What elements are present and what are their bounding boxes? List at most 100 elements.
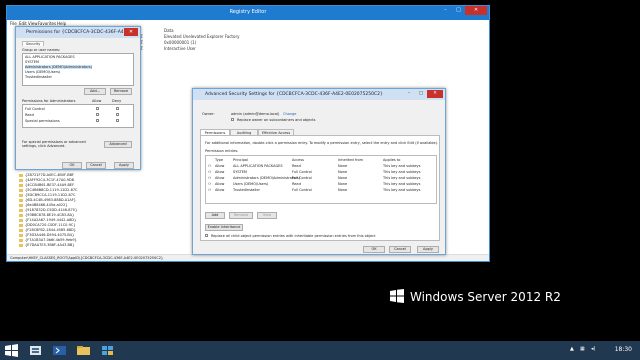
file-explorer-icon[interactable]: [76, 344, 91, 357]
close-button[interactable]: ✕: [465, 6, 487, 15]
col-inherited[interactable]: Inherited from: [338, 158, 363, 162]
ok-button[interactable]: OK: [62, 162, 82, 169]
perm-read: Read: [25, 113, 34, 117]
enable-inheritance-button[interactable]: Enable inheritance: [205, 224, 243, 231]
minimize-button[interactable]: –: [439, 6, 452, 15]
cancel-button[interactable]: Cancel: [389, 246, 411, 253]
advanced-titlebar[interactable]: Advanced Security Settings for {CDCBCFCA…: [193, 89, 445, 100]
tray-arrow-icon[interactable]: ▲: [570, 346, 574, 352]
remove-entry-button[interactable]: Remove: [229, 212, 253, 219]
allow-checkbox[interactable]: [96, 113, 99, 116]
server-manager-icon[interactable]: [28, 344, 43, 357]
clock[interactable]: 18:30: [615, 346, 632, 353]
powershell-icon[interactable]: [52, 344, 67, 357]
advanced-title: Advanced Security Settings for {CDCBCFCA…: [205, 92, 383, 97]
start-button-icon[interactable]: [4, 344, 19, 357]
permissions-tab-panel: For additional information, double-click…: [200, 135, 440, 241]
deny-checkbox[interactable]: [116, 119, 119, 122]
principal-icon: ⚇: [208, 176, 212, 180]
groups-list[interactable]: ALL APPLICATION PACKAGES SYSTEM Administ…: [22, 53, 134, 86]
tab-security[interactable]: Security: [22, 41, 45, 46]
close-button[interactable]: ✕: [427, 90, 443, 98]
folder-icon: [19, 178, 23, 182]
permissions-titlebar[interactable]: Permissions for {CDCBCFCA-3CDC-436F-A4E2…: [16, 27, 140, 38]
windows-logo-icon: [390, 289, 404, 303]
add-button[interactable]: Add...: [84, 88, 106, 95]
entries-label: Permission entries:: [205, 149, 239, 153]
permissions-for-label: Permissions for Administrators: [22, 99, 76, 103]
value-data: 0x00000001 (1): [164, 40, 197, 45]
folder-icon: [19, 218, 23, 222]
deny-checkbox[interactable]: [116, 107, 119, 110]
replace-owner-label: Replace owner on subcontainers and objec…: [237, 118, 316, 122]
regedit-title: Registry Editor: [229, 9, 267, 15]
folder-icon: [19, 233, 23, 237]
apply-button[interactable]: Apply: [114, 162, 134, 169]
value-data: Elevated Unelevated Explorer Factory: [164, 34, 240, 39]
maximize-button[interactable]: □: [452, 6, 465, 15]
col-principal[interactable]: Principal: [233, 158, 248, 162]
branding-text: Windows Server 2012 R2: [410, 290, 561, 304]
view-entry-button[interactable]: View: [257, 212, 277, 219]
folder-icon: [19, 228, 23, 232]
deny-header: Deny: [112, 99, 122, 103]
list-item[interactable]: SYSTEM: [25, 60, 39, 64]
replace-child-label: Replace all child object permission entr…: [211, 234, 376, 238]
list-item[interactable]: Users (DEMO\Users): [25, 70, 60, 74]
owner-label: Owner:: [202, 112, 215, 116]
tree-key[interactable]: {E7DAA7E5-3B8F-4A43-BB}: [19, 243, 89, 248]
registry-editor-taskbar-icon[interactable]: [100, 344, 115, 357]
perm-special: Special permissions: [25, 119, 60, 123]
table-row[interactable]: ⚇ Allow TrustedInstaller Full Control No…: [206, 188, 436, 194]
volume-icon[interactable]: ◂): [591, 346, 595, 352]
remove-button[interactable]: Remove: [110, 88, 132, 95]
col-access[interactable]: Access: [292, 158, 304, 162]
network-icon[interactable]: ▦: [580, 346, 585, 352]
deny-checkbox[interactable]: [116, 113, 119, 116]
permissions-dialog[interactable]: Permissions for {CDCBCFCA-3CDC-436F-A4E2…: [15, 26, 141, 170]
regedit-titlebar[interactable]: Registry Editor – □ ✕: [7, 6, 489, 20]
replace-owner-checkbox[interactable]: [231, 118, 234, 121]
value-data: Interactive User: [164, 46, 196, 51]
permissions-list: Full Control Read Special permissions: [22, 104, 134, 128]
groups-label: Group or user names:: [22, 48, 61, 52]
list-item-selected[interactable]: Administrators (DEMO\Administrators): [25, 65, 93, 69]
permissions-title: Permissions for {CDCBCFCA-3CDC-436F-A4E2…: [26, 30, 136, 35]
allow-checkbox[interactable]: [96, 107, 99, 110]
taskbar: ▲ ▦ ◂) 18:30: [0, 341, 640, 360]
info-text: For additional information, double-click…: [205, 141, 439, 145]
folder-icon: [19, 183, 23, 187]
folder-icon: [19, 203, 23, 207]
ok-button[interactable]: OK: [363, 246, 385, 253]
folder-icon: [19, 193, 23, 197]
allow-header: Allow: [92, 99, 102, 103]
col-type[interactable]: Type: [215, 158, 223, 162]
minimize-button[interactable]: –: [403, 90, 415, 98]
permission-entries-table[interactable]: Type Principal Access Inherited from App…: [205, 155, 437, 204]
change-owner-link[interactable]: Change: [283, 112, 296, 116]
folder-icon: [19, 173, 23, 177]
special-note: For special permissions or advanced sett…: [22, 140, 86, 148]
folder-icon: [19, 223, 23, 227]
replace-child-checkbox[interactable]: [205, 234, 208, 237]
apply-button[interactable]: Apply: [417, 246, 439, 253]
principal-icon: ⚇: [208, 164, 212, 168]
principal-icon: ⚇: [208, 170, 212, 174]
perm-full-control: Full Control: [25, 107, 45, 111]
allow-checkbox[interactable]: [96, 119, 99, 122]
list-item[interactable]: TrustedInstaller: [25, 75, 52, 79]
add-entry-button[interactable]: Add: [205, 212, 225, 219]
folder-icon: [19, 198, 23, 202]
principal-icon: ⚇: [208, 188, 212, 192]
advanced-button[interactable]: Advanced: [104, 141, 132, 148]
col-data-header[interactable]: Data: [164, 28, 174, 33]
status-bar: Computer\HKEY_CLASSES_ROOT\AppID\{CDCBCF…: [7, 254, 489, 261]
maximize-button[interactable]: □: [415, 90, 427, 98]
folder-icon: [19, 213, 23, 217]
advanced-security-dialog[interactable]: Advanced Security Settings for {CDCBCFCA…: [192, 88, 446, 255]
list-item[interactable]: ALL APPLICATION PACKAGES: [25, 55, 75, 59]
col-applies[interactable]: Applies to: [383, 158, 400, 162]
cancel-button[interactable]: Cancel: [86, 162, 106, 169]
principal-icon: ⚇: [208, 182, 212, 186]
close-button[interactable]: ✕: [124, 28, 138, 36]
